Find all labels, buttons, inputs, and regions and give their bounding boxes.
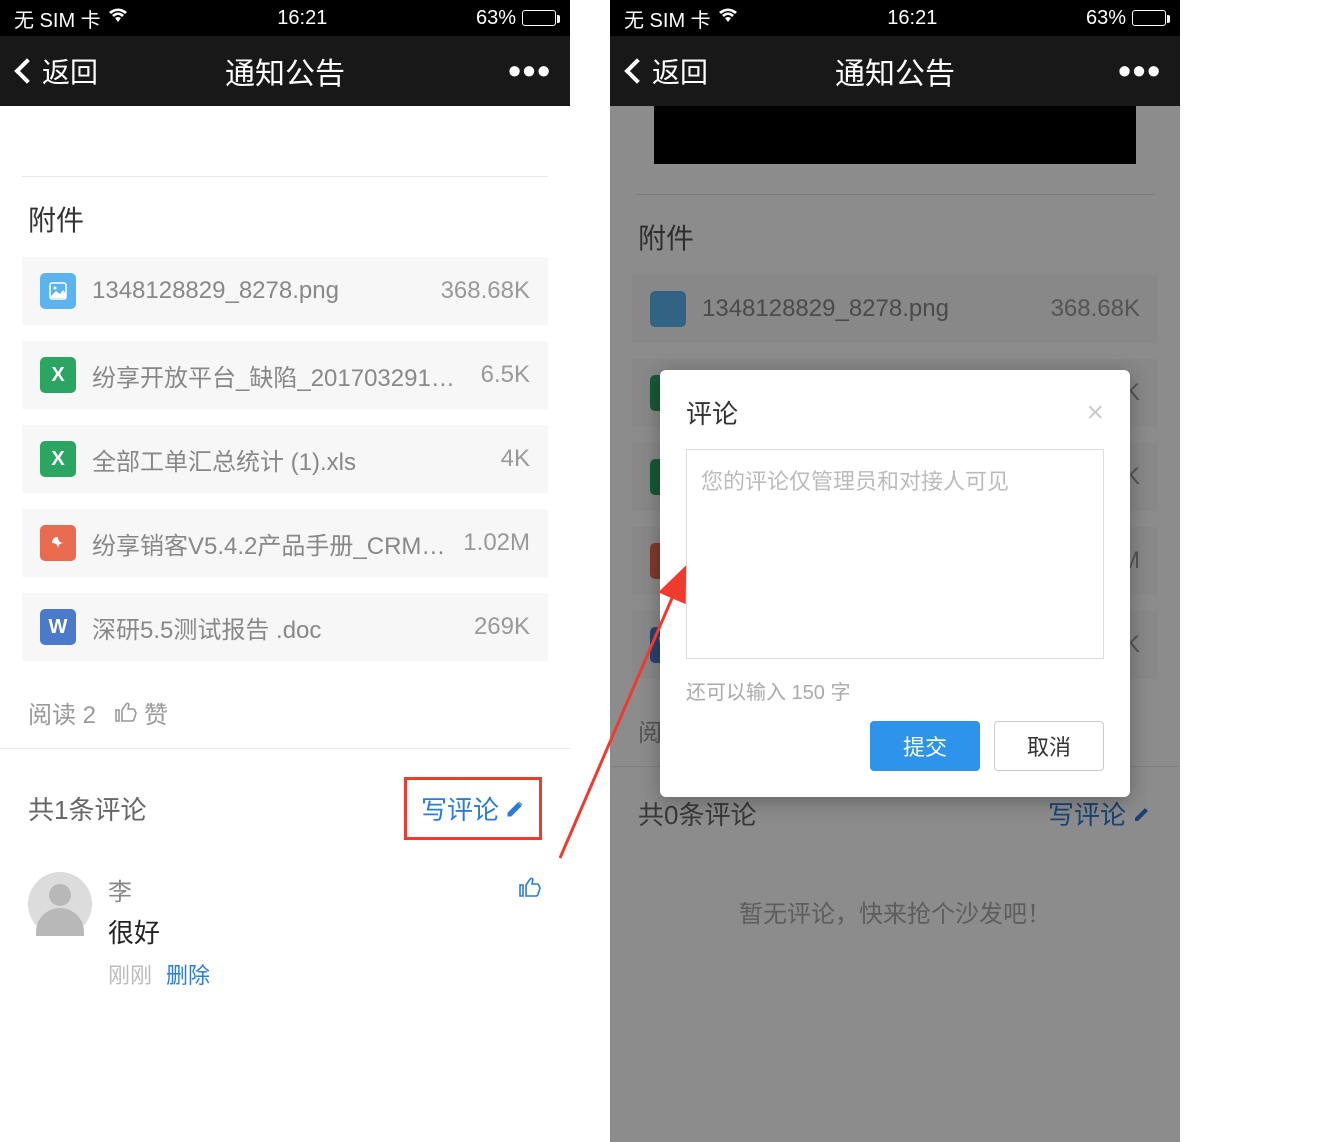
more-button[interactable]: ••• — [508, 50, 552, 92]
file-name: 深研5.5测试报告 .doc — [92, 610, 458, 645]
attachments-label: 附件 — [0, 177, 570, 257]
comments-header: 共1条评论 写评论 — [0, 749, 570, 862]
phone-screen-left: 无 SIM 卡 16:21 63% 返回 通知公告 ••• 附件 1348128… — [0, 0, 570, 1142]
attachment-item[interactable]: W 深研5.5测试报告 .doc 269K — [22, 593, 548, 661]
write-comment-button[interactable]: 写评论 — [404, 777, 542, 840]
file-size: 269K — [474, 613, 530, 641]
battery-icon — [522, 10, 556, 26]
modal-title: 评论 — [686, 394, 738, 431]
nav-bar: 返回 通知公告 ••• — [610, 36, 1180, 106]
attachment-item[interactable]: 1348128829_8278.png 368.68K — [22, 257, 548, 325]
battery-pct: 63% — [1086, 7, 1126, 30]
attachment-item[interactable]: 纷享销客V5.4.2产品手册_CRM.pdf 1.02M — [22, 509, 548, 577]
chevron-left-icon — [14, 58, 39, 83]
comment-time: 刚刚 — [108, 958, 152, 990]
close-icon[interactable]: × — [1086, 398, 1104, 428]
wifi-icon — [107, 7, 129, 30]
write-comment-label: 写评论 — [421, 790, 499, 827]
status-bar: 无 SIM 卡 16:21 63% — [610, 0, 1180, 36]
carrier-label: 无 SIM 卡 — [624, 4, 711, 33]
comment-author: 李 — [108, 872, 502, 907]
chevron-left-icon — [624, 58, 649, 83]
comment-delete-button[interactable]: 删除 — [166, 958, 210, 990]
back-label: 返回 — [42, 51, 98, 91]
file-name: 纷享开放平台_缺陷_20170329104101.... — [92, 358, 465, 393]
file-size: 1.02M — [463, 529, 530, 557]
attachment-item[interactable]: X 全部工单汇总统计 (1).xls 4K — [22, 425, 548, 493]
file-size: 6.5K — [481, 361, 530, 389]
word-file-icon: W — [40, 609, 76, 645]
comments-count: 共1条评论 — [28, 790, 146, 827]
page-title: 通知公告 — [225, 49, 345, 93]
excel-file-icon: X — [40, 441, 76, 477]
clock: 16:21 — [887, 7, 937, 30]
clock: 16:21 — [277, 7, 327, 30]
back-button[interactable]: 返回 — [628, 51, 708, 91]
thumb-up-icon — [114, 701, 138, 725]
read-count: 阅读 2 — [28, 695, 96, 730]
more-button[interactable]: ••• — [1118, 50, 1162, 92]
back-button[interactable]: 返回 — [18, 51, 98, 91]
image-file-icon — [40, 273, 76, 309]
attachment-list: 1348128829_8278.png 368.68K X 纷享开放平台_缺陷_… — [0, 257, 570, 661]
comment-text: 很好 — [108, 913, 502, 950]
comment-modal: 评论 × 还可以输入 150 字 提交 取消 — [660, 370, 1130, 797]
status-bar: 无 SIM 卡 16:21 63% — [0, 0, 570, 36]
char-counter: 还可以输入 150 字 — [686, 676, 1104, 705]
file-name: 全部工单汇总统计 (1).xls — [92, 442, 485, 477]
page-title: 通知公告 — [835, 49, 955, 93]
cancel-button[interactable]: 取消 — [994, 721, 1104, 771]
file-size: 4K — [501, 445, 530, 473]
comment-item: 李 很好 刚刚 删除 — [0, 862, 570, 1010]
pencil-icon — [505, 799, 525, 819]
comment-textarea[interactable] — [686, 449, 1104, 659]
content-area: 附件 1348128829_8278.png 368.68K X 纷享开放平台_… — [0, 106, 570, 1010]
excel-file-icon: X — [40, 357, 76, 393]
phone-screen-right: 无 SIM 卡 16:21 63% 返回 通知公告 ••• 附件 1348128… — [610, 0, 1180, 1142]
like-button[interactable]: 赞 — [114, 695, 168, 730]
back-label: 返回 — [652, 51, 708, 91]
pdf-file-icon — [40, 525, 76, 561]
nav-bar: 返回 通知公告 ••• — [0, 36, 570, 106]
like-label: 赞 — [144, 695, 168, 730]
battery-icon — [1132, 10, 1166, 26]
battery-pct: 63% — [476, 7, 516, 30]
file-name: 纷享销客V5.4.2产品手册_CRM.pdf — [92, 526, 447, 561]
stats-bar: 阅读 2 赞 — [0, 677, 570, 748]
file-size: 368.68K — [441, 277, 530, 305]
thumb-up-icon — [518, 876, 542, 900]
carrier-label: 无 SIM 卡 — [14, 4, 101, 33]
comment-like-button[interactable] — [518, 876, 542, 905]
file-name: 1348128829_8278.png — [92, 277, 425, 305]
wifi-icon — [717, 7, 739, 30]
submit-button[interactable]: 提交 — [870, 721, 980, 771]
avatar — [28, 872, 92, 936]
attachment-item[interactable]: X 纷享开放平台_缺陷_20170329104101.... 6.5K — [22, 341, 548, 409]
